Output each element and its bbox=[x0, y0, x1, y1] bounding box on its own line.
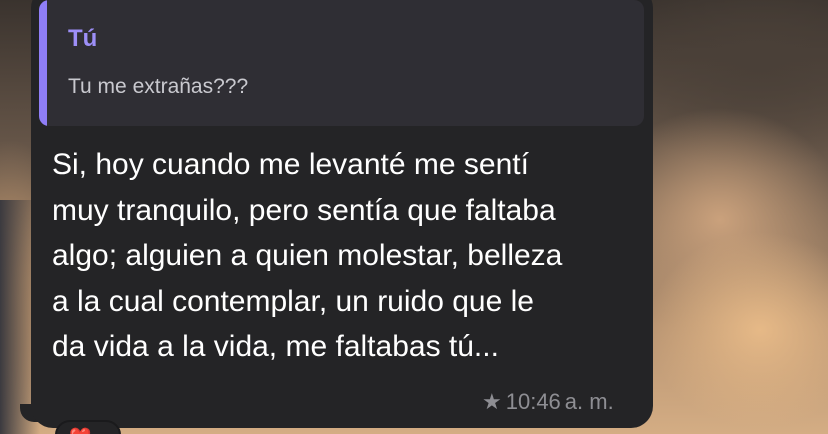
message-line: a la cual contemplar, un ruido que le bbox=[52, 284, 534, 318]
message-line: Si, hoy cuando me levanté me sentí bbox=[52, 148, 529, 181]
message-line: muy tranquilo, pero sentía que faltaba bbox=[52, 193, 556, 227]
reaction-pill[interactable]: ❤️ bbox=[55, 420, 121, 434]
heart-icon: ❤️ bbox=[69, 427, 91, 434]
message-time: 10:46 bbox=[505, 389, 561, 414]
message-text: Si, hoy cuando me levanté me sentí muy t… bbox=[52, 142, 642, 370]
message-line: algo; alguien a quien molestar, belleza bbox=[52, 239, 563, 272]
message-meta: ★ 10:46 a. m. bbox=[482, 389, 614, 415]
chat-screen: Tú Tu me extrañas??? Si, hoy cuando me l… bbox=[0, 0, 828, 434]
reply-quote-author: Tú bbox=[68, 25, 98, 52]
message-ampm: a. m. bbox=[564, 389, 614, 414]
star-icon: ★ bbox=[482, 389, 502, 414]
reply-quote[interactable]: Tú Tu me extrañas??? bbox=[39, 0, 644, 126]
reply-quote-bar bbox=[39, 0, 47, 126]
message-line: da vida a la vida, me faltabas tú... bbox=[52, 330, 499, 363]
reply-quote-text: Tu me extrañas??? bbox=[68, 75, 249, 98]
